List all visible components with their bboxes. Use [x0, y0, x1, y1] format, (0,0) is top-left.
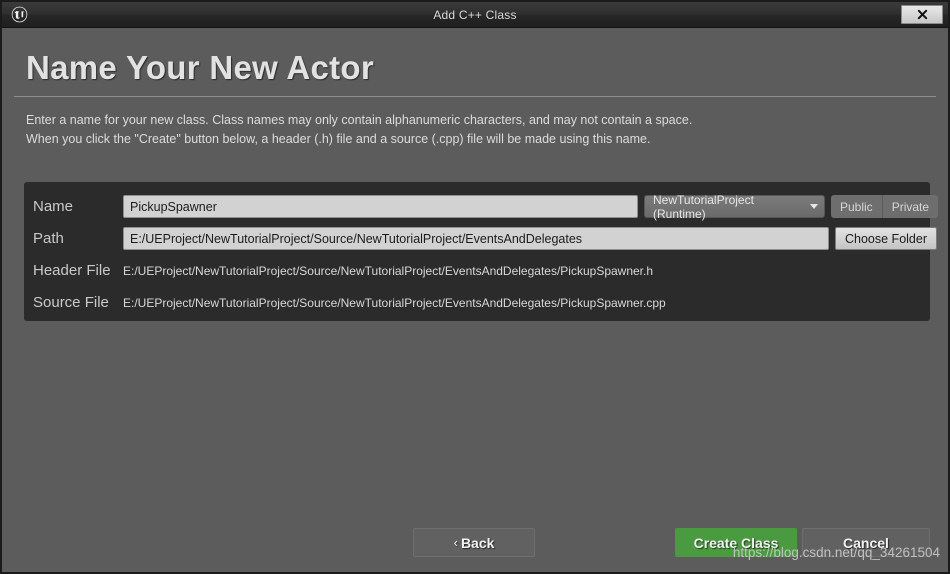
class-settings-panel: Name PickupSpawner NewTutorialProject (R…	[24, 182, 939, 321]
create-class-button[interactable]: Create Class	[675, 528, 797, 557]
header-file-label: Header File	[33, 262, 111, 279]
path-label: Path	[33, 230, 64, 247]
header-file-row: Header File E:/UEProject/NewTutorialProj…	[24, 255, 930, 286]
description: Enter a name for your new class. Class n…	[26, 111, 948, 149]
page-title: Name Your New Actor	[26, 49, 375, 86]
path-row: Path E:/UEProject/NewTutorialProject/Sou…	[24, 223, 937, 254]
module-dropdown[interactable]: NewTutorialProject (Runtime)	[644, 192, 825, 221]
chevron-left-icon: ‹	[453, 535, 458, 550]
cancel-button[interactable]: Cancel	[802, 528, 930, 557]
choose-folder-button[interactable]: Choose Folder	[835, 227, 937, 250]
back-button-label: Back	[460, 534, 495, 551]
name-label: Name	[33, 198, 74, 215]
title-bar: Add C++ Class	[2, 2, 948, 28]
dialog-footer: ‹ Back Create Class Cancel https://blog.…	[2, 528, 948, 560]
heading-divider	[14, 96, 936, 98]
path-input[interactable]: E:/UEProject/NewTutorialProject/Source/N…	[123, 227, 829, 250]
name-row: Name PickupSpawner NewTutorialProject (R…	[24, 191, 939, 222]
source-file-value: E:/UEProject/NewTutorialProject/Source/N…	[123, 295, 666, 310]
window-title: Add C++ Class	[433, 7, 517, 22]
visibility-toggle: Public Private	[831, 195, 939, 218]
description-line-1: Enter a name for your new class. Class n…	[26, 113, 693, 128]
header-file-value: E:/UEProject/NewTutorialProject/Source/N…	[123, 263, 654, 278]
unreal-engine-logo-icon	[2, 2, 36, 28]
add-cpp-class-dialog: Add C++ Class Name Your New Actor Enter …	[0, 0, 950, 574]
source-file-row: Source File E:/UEProject/NewTutorialProj…	[24, 287, 930, 318]
name-input[interactable]: PickupSpawner	[123, 195, 638, 218]
close-button[interactable]	[901, 5, 943, 24]
visibility-public-button[interactable]: Public	[831, 195, 882, 218]
source-file-label: Source File	[33, 294, 109, 311]
module-dropdown-value: NewTutorialProject (Runtime)	[653, 192, 754, 221]
description-line-2: When you click the "Create" button below…	[26, 132, 651, 147]
chevron-down-icon	[810, 204, 818, 209]
close-icon	[917, 9, 927, 20]
back-button[interactable]: ‹ Back	[413, 528, 535, 557]
visibility-private-button[interactable]: Private	[881, 195, 938, 218]
